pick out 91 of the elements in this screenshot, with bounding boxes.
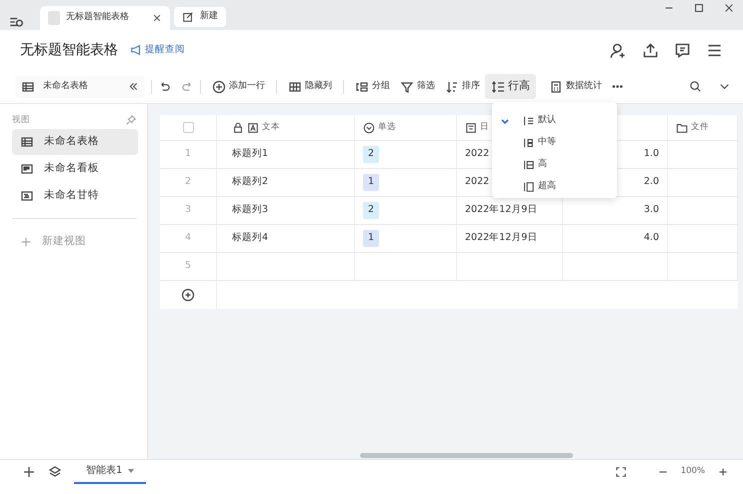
folder-icon	[676, 122, 688, 134]
view-item[interactable]: 未命名看板	[12, 156, 138, 182]
megaphone-icon	[130, 44, 142, 56]
add-sheet-icon	[22, 464, 36, 478]
column-header: 日	[480, 121, 489, 134]
grid-icon	[288, 80, 302, 94]
group-icon	[355, 80, 369, 94]
column-header: 单选	[378, 121, 396, 134]
close-icon	[723, 2, 735, 14]
tab-title: 无标题智能表格	[66, 11, 130, 24]
table-cell-text: 2022	[465, 175, 490, 190]
table-cell-text: 3.0	[644, 203, 659, 218]
dropdown-circle-icon	[363, 122, 375, 134]
table-cell-text: 标题列2	[232, 175, 268, 190]
fullscreen-icon	[614, 466, 627, 478]
table-cell-text: 2.0	[644, 175, 659, 190]
row-height-icon	[522, 159, 534, 171]
add-icon	[212, 80, 226, 94]
maximize-icon	[693, 2, 705, 14]
table-cell-text: 2022	[465, 147, 490, 162]
row-number: 3	[184, 203, 192, 218]
view-name: 未命名表格	[43, 80, 89, 93]
search-icon	[689, 80, 702, 93]
browser-tab[interactable]: 无标题智能表格	[40, 6, 170, 30]
add-row-icon	[181, 288, 195, 302]
toolbar-button[interactable]: 隐藏列	[283, 76, 337, 96]
sort-icon	[445, 80, 459, 94]
comment-icon	[674, 42, 691, 58]
toolbar-button[interactable]: 数据统计	[544, 76, 607, 96]
menu-item[interactable]: 高	[492, 154, 617, 176]
option-tag: 2	[363, 202, 380, 219]
toolbar-button[interactable]: 排序	[440, 76, 485, 96]
table-cell-text: 1.0	[644, 147, 659, 162]
table-cell-text: 标题列1	[232, 147, 268, 162]
sheet-tab[interactable]: 智能表1	[74, 460, 146, 484]
toolbar-button[interactable]: 分组	[350, 76, 395, 96]
menu-item[interactable]: 中等	[492, 132, 617, 154]
table-cell-text: 2022年12月9日	[465, 231, 538, 246]
calendar-icon	[465, 122, 477, 134]
gantt-icon	[20, 189, 34, 204]
table-icon	[21, 80, 35, 94]
menu-item[interactable]: 超高	[492, 176, 617, 198]
browser-tab[interactable]: 新建	[174, 7, 226, 27]
row-height-icon	[522, 137, 534, 149]
collapse-icon	[128, 81, 139, 92]
row-number: 2	[184, 175, 192, 190]
checkbox[interactable]	[182, 122, 194, 133]
view-item[interactable]: 未命名甘特	[12, 183, 138, 210]
tab-title: 新建	[200, 10, 218, 24]
edit-icon	[182, 11, 194, 23]
plus-icon	[20, 236, 32, 248]
column-header: 文件	[691, 121, 709, 134]
zoom-level: 100%	[680, 465, 705, 478]
table-cell-text: 标题列3	[232, 203, 268, 218]
table-cell-text: 2022年12月9日	[465, 203, 538, 218]
section-heading: 视图	[12, 114, 30, 127]
option-tag: 1	[363, 174, 380, 191]
menu-item[interactable]: 默认	[492, 110, 617, 132]
document-title: 无标题智能表格	[20, 40, 118, 60]
table-cell-text: 4.0	[644, 231, 659, 246]
view-selector[interactable]: 未命名表格	[15, 76, 145, 98]
view-item[interactable]: 未命名表格	[12, 129, 138, 156]
share-icon	[642, 42, 659, 58]
toolbar-button[interactable]: 行高	[485, 74, 536, 99]
table-icon	[20, 135, 34, 150]
toolbar-button[interactable]: 筛选	[395, 76, 440, 96]
pin-icon	[125, 114, 137, 126]
close-icon	[152, 13, 162, 23]
table-cell-text: 标题列4	[232, 231, 268, 246]
calculator-icon	[549, 80, 563, 94]
filter-icon	[400, 80, 414, 94]
lock-icon	[232, 122, 244, 134]
document-icon	[48, 11, 60, 25]
layers-icon	[48, 464, 62, 478]
row-number: 1	[184, 147, 192, 162]
caret-icon	[128, 468, 134, 472]
toolbar-button[interactable]: 添加一行	[207, 76, 270, 96]
board-icon	[20, 162, 34, 176]
add-user-icon	[610, 42, 627, 58]
row-height-icon	[491, 80, 505, 94]
text-field-icon	[247, 122, 259, 134]
option-tag: 1	[363, 230, 380, 247]
row-number: 4	[184, 231, 192, 246]
zoom-in-icon	[717, 466, 729, 478]
column-header: 文本	[262, 121, 280, 134]
remind-link[interactable]: 提醒查阅	[130, 42, 185, 58]
option-tag: 2	[363, 146, 380, 163]
scrollbar[interactable]	[360, 453, 573, 458]
row-height-icon	[522, 181, 534, 193]
row-number: 5	[184, 259, 192, 274]
row-height-icon	[522, 115, 534, 127]
